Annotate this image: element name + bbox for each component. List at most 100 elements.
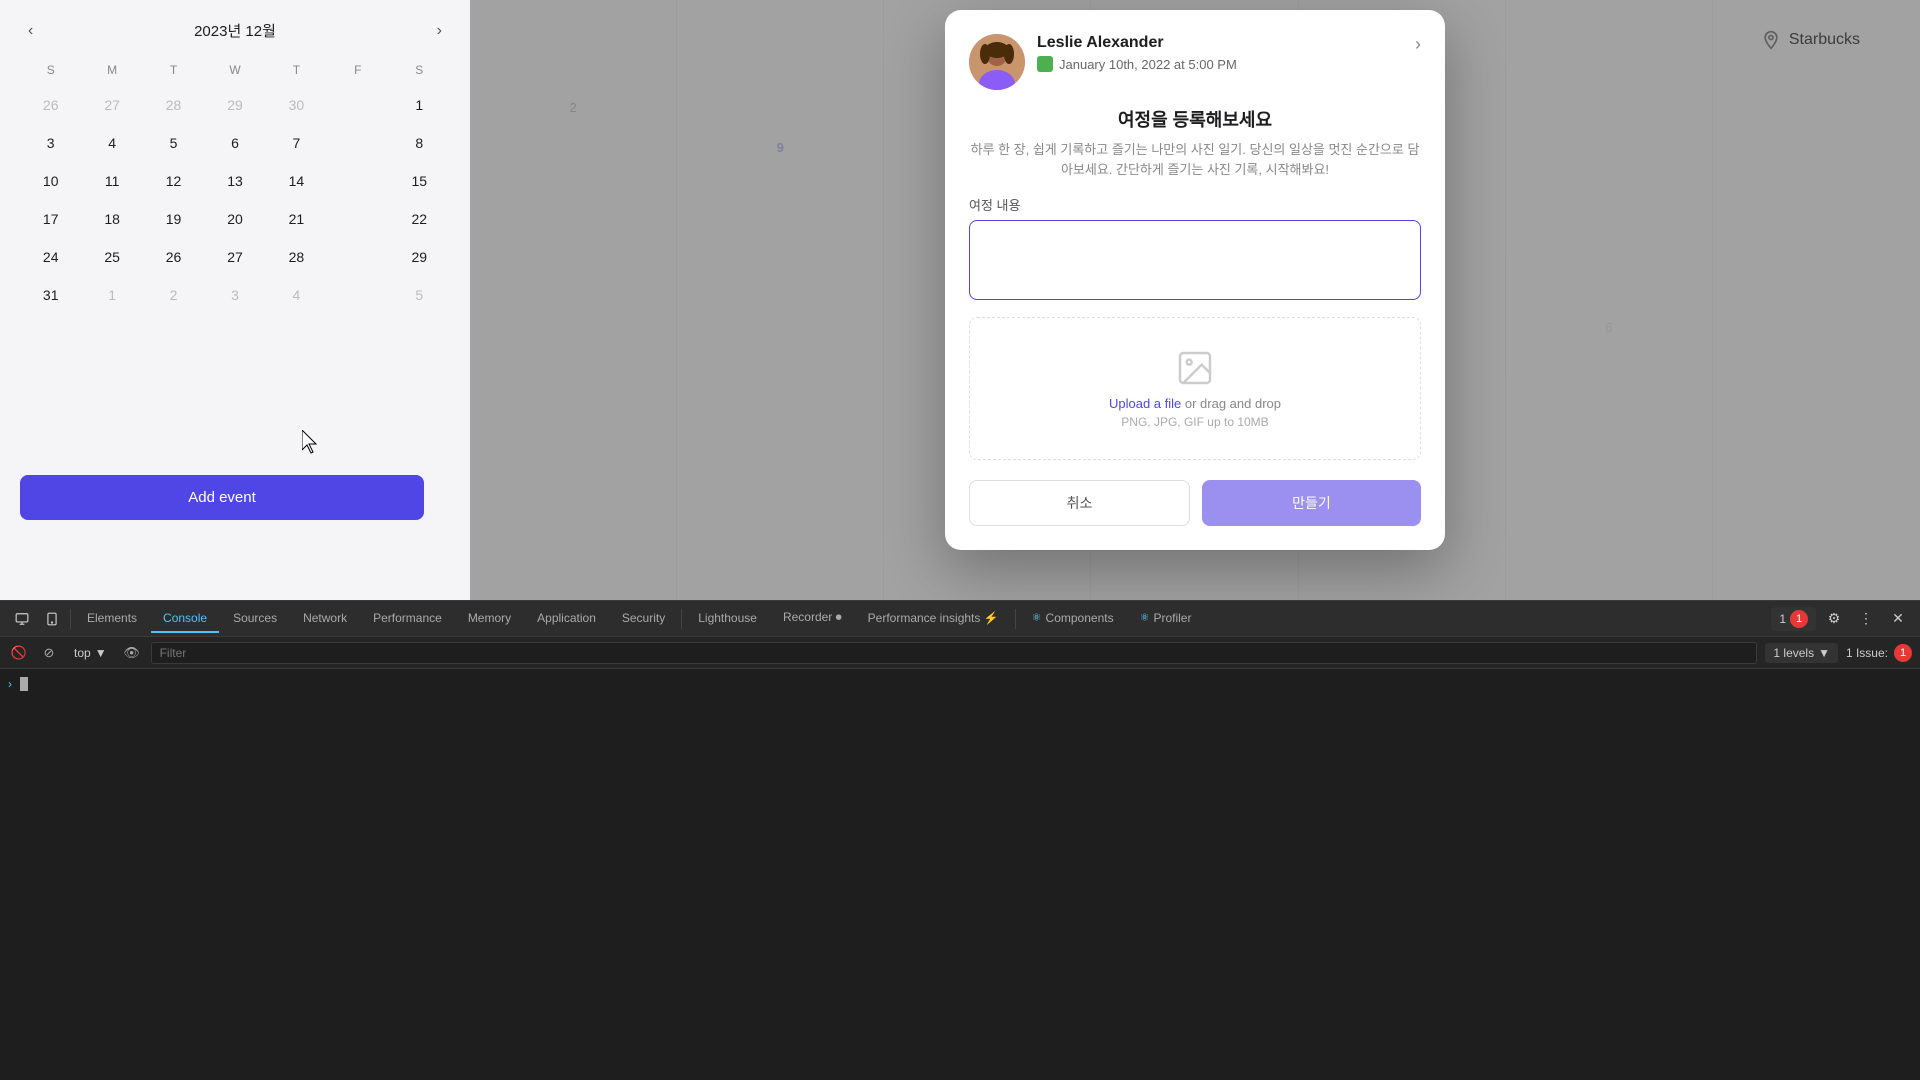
create-button[interactable]: 만들기 xyxy=(1202,480,1421,526)
cal-day[interactable]: 21 xyxy=(278,201,314,237)
cal-day[interactable]: 28 xyxy=(278,239,314,275)
eye-button[interactable]: 👁 xyxy=(121,642,143,664)
weekday-m: M xyxy=(81,57,142,83)
devtools-tabbar: Elements Console Sources Network Perform… xyxy=(0,601,1920,637)
cal-day[interactable]: 18 xyxy=(94,201,130,237)
upload-link[interactable]: Upload a file xyxy=(1109,396,1181,411)
forward-button[interactable]: › xyxy=(1415,34,1421,55)
devtools-device-button[interactable] xyxy=(38,605,66,633)
cal-day xyxy=(340,239,376,275)
add-event-button[interactable]: Add event xyxy=(20,475,424,520)
cal-day[interactable]: 13 xyxy=(217,163,253,199)
cal-day[interactable]: 11 xyxy=(94,163,130,199)
tab-components[interactable]: ⚛ Components xyxy=(1020,605,1126,633)
tab-network[interactable]: Network xyxy=(291,605,359,633)
context-dropdown[interactable]: top ▼ xyxy=(68,643,113,663)
cal-day xyxy=(340,277,376,313)
prev-month-button[interactable]: ‹ xyxy=(20,18,41,44)
console-content: › xyxy=(0,669,1920,1080)
tab-performance[interactable]: Performance xyxy=(361,605,454,633)
cal-day[interactable]: 24 xyxy=(33,239,69,275)
cal-day[interactable]: 15 xyxy=(401,163,437,199)
cal-day[interactable]: 1 xyxy=(401,87,437,123)
cal-day[interactable]: 29 xyxy=(217,87,253,123)
cal-day[interactable]: 7 xyxy=(278,125,314,161)
react-icon: ⚛ xyxy=(1032,611,1042,624)
tab-profiler[interactable]: ⚛ Profiler xyxy=(1128,605,1204,633)
levels-arrow: ▼ xyxy=(1818,646,1830,660)
upload-hint: PNG, JPG, GIF up to 10MB xyxy=(1000,415,1390,429)
weekday-f: F xyxy=(327,57,388,83)
cal-day[interactable]: 20 xyxy=(217,201,253,237)
cal-day[interactable]: 4 xyxy=(278,277,314,313)
devtools-right-buttons: 1 1 ⚙ ⋮ ✕ xyxy=(1771,605,1912,633)
cal-day[interactable]: 26 xyxy=(156,239,192,275)
context-label: top xyxy=(74,646,91,660)
cal-day[interactable]: 10 xyxy=(33,163,69,199)
tab-memory[interactable]: Memory xyxy=(456,605,523,633)
cal-day[interactable]: 17 xyxy=(33,201,69,237)
cal-day[interactable]: 2 xyxy=(156,277,192,313)
calendar-panel: ‹ 2023년 12월 › S M T W T F S 26 27 28 29 … xyxy=(0,0,470,600)
cal-day[interactable]: 25 xyxy=(94,239,130,275)
cal-day[interactable]: 8 xyxy=(401,125,437,161)
cal-day[interactable]: 27 xyxy=(217,239,253,275)
cal-day[interactable]: 3 xyxy=(33,125,69,161)
tab-application[interactable]: Application xyxy=(525,605,608,633)
cal-day[interactable]: 14 xyxy=(278,163,314,199)
cal-day[interactable]: 1 xyxy=(94,277,130,313)
cal-day[interactable]: 5 xyxy=(156,125,192,161)
tab-security[interactable]: Security xyxy=(610,605,677,633)
settings-button[interactable]: ⚙ xyxy=(1820,605,1848,633)
cal-day xyxy=(340,201,376,237)
cal-day[interactable]: 6 xyxy=(217,125,253,161)
calendar-title: 2023년 12월 xyxy=(194,20,276,41)
tab-recorder[interactable]: Recorder ⏺ xyxy=(771,604,854,633)
devtools-inspect-button[interactable] xyxy=(8,605,36,633)
tab-console[interactable]: Console xyxy=(151,605,219,633)
cal-day[interactable]: 31 xyxy=(33,277,69,313)
react-profiler-icon: ⚛ xyxy=(1140,611,1150,624)
devtools-panel: Elements Console Sources Network Perform… xyxy=(0,600,1920,1080)
event-date: January 10th, 2022 at 5:00 PM xyxy=(1059,57,1237,72)
issue-count-badge: 1 xyxy=(1790,610,1808,628)
cal-day[interactable]: 26 xyxy=(33,87,69,123)
cal-day[interactable]: 5 xyxy=(401,277,437,313)
context-dropdown-arrow: ▼ xyxy=(95,646,107,660)
next-month-button[interactable]: › xyxy=(429,18,450,44)
issue-badge[interactable]: 1 1 xyxy=(1771,607,1816,631)
weekday-t2: T xyxy=(266,57,327,83)
upload-text: Upload a file or drag and drop xyxy=(1000,396,1390,411)
cancel-button[interactable]: 취소 xyxy=(969,480,1190,526)
right-area: Starbucks 2 9 16 23 30 6 › xyxy=(470,0,1920,600)
filter-input[interactable] xyxy=(151,642,1758,664)
more-options-button[interactable]: ⋮ xyxy=(1852,605,1880,633)
modal-actions: 취소 만들기 xyxy=(969,480,1421,526)
tab-separator3 xyxy=(1015,609,1016,629)
cal-day[interactable]: 28 xyxy=(156,87,192,123)
filter-toggle-button[interactable]: ⊘ xyxy=(38,642,60,664)
levels-dropdown[interactable]: 1 levels ▼ xyxy=(1765,643,1838,663)
calendar-grid: S M T W T F S 26 27 28 29 30 1 3 4 5 xyxy=(20,57,450,313)
clear-console-button[interactable]: 🚫 xyxy=(8,642,30,664)
content-textarea[interactable] xyxy=(969,220,1421,300)
cal-day[interactable]: 30 xyxy=(278,87,314,123)
tab-lighthouse[interactable]: Lighthouse xyxy=(686,605,769,633)
issue-right-section: 1 Issue: 1 xyxy=(1846,644,1912,662)
upload-text-rest: or drag and drop xyxy=(1181,396,1281,411)
close-devtools-button[interactable]: ✕ xyxy=(1884,605,1912,633)
device-icon xyxy=(45,612,59,626)
weekday-w: W xyxy=(204,57,265,83)
cal-day[interactable]: 3 xyxy=(217,277,253,313)
tab-performance-insights[interactable]: Performance insights ⚡ xyxy=(856,605,1011,633)
tab-sources[interactable]: Sources xyxy=(221,605,289,633)
cal-day[interactable]: 19 xyxy=(156,201,192,237)
cal-day[interactable]: 22 xyxy=(401,201,437,237)
calendar-small-icon xyxy=(1037,56,1053,72)
cal-day[interactable]: 4 xyxy=(94,125,130,161)
upload-area[interactable]: Upload a file or drag and drop PNG, JPG,… xyxy=(969,317,1421,460)
cal-day[interactable]: 12 xyxy=(156,163,192,199)
tab-elements[interactable]: Elements xyxy=(75,605,149,633)
cal-day[interactable]: 29 xyxy=(401,239,437,275)
cal-day[interactable]: 27 xyxy=(94,87,130,123)
